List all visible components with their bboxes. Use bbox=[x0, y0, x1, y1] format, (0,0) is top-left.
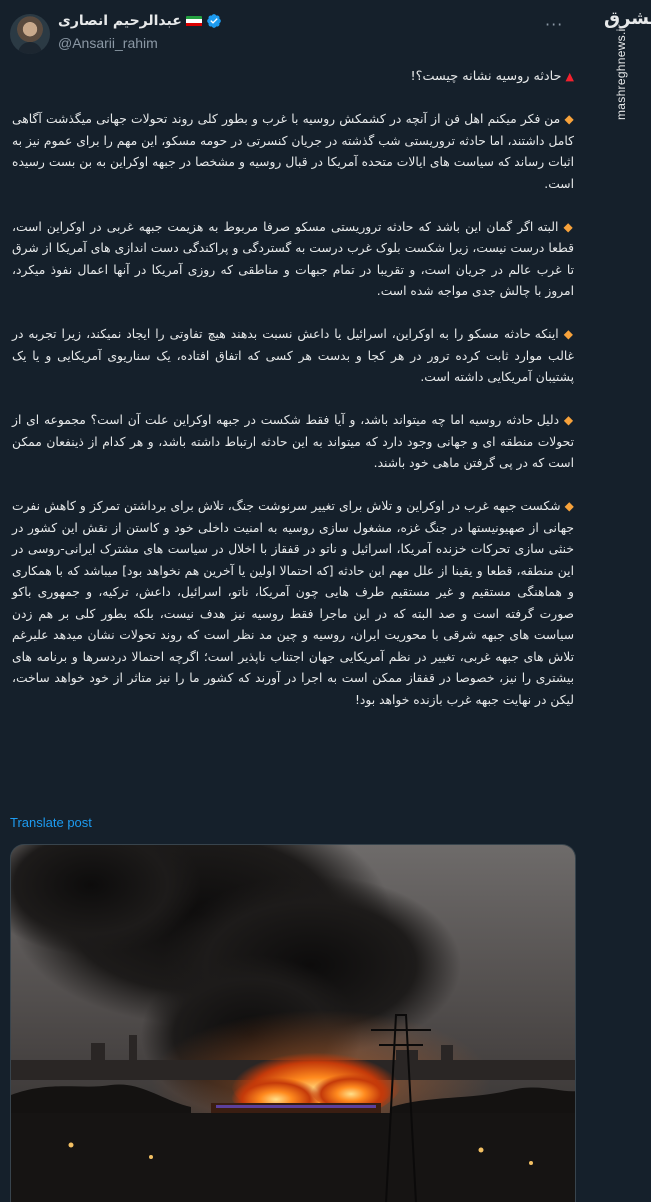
watermark-site: mashreghnews.ir bbox=[614, 24, 628, 120]
paragraph: ◆ دلیل حادثه روسیه اما چه میتواند باشد، … bbox=[12, 410, 574, 475]
paragraph: ◆ من فکر میکنم اهل فن از آنچه در کشمکش ر… bbox=[12, 109, 574, 195]
paragraph-text: دلیل حادثه روسیه اما چه میتواند باشد، و … bbox=[12, 413, 574, 470]
tweet-title-text: حادثه روسیه نشانه چیست؟! bbox=[410, 69, 562, 84]
paragraph-text: من فکر میکنم اهل فن از آنچه در کشمکش روس… bbox=[12, 112, 574, 191]
author-name-row[interactable]: عبدالرحیم انصاری bbox=[58, 13, 222, 29]
verified-badge-icon bbox=[206, 14, 221, 28]
tweet-title: ▲ حادثه روسیه نشانه چیست؟! bbox=[12, 66, 574, 88]
author-handle[interactable]: @Ansarii_rahim bbox=[58, 35, 158, 51]
red-triangle-icon: ▲ bbox=[565, 70, 574, 83]
fire-scene-image bbox=[11, 845, 575, 1202]
avatar[interactable] bbox=[10, 14, 50, 54]
orange-diamond-icon: ◆ bbox=[563, 219, 574, 234]
orange-diamond-icon: ◆ bbox=[563, 413, 574, 427]
watermark: مشرق mashreghnews.ir bbox=[598, 0, 651, 140]
orange-diamond-icon: ◆ bbox=[564, 112, 574, 126]
tweet-card: عبدالرحیم انصاری @Ansarii_rahim ··· مشرق… bbox=[0, 0, 651, 1202]
translate-post-link[interactable]: Translate post bbox=[10, 815, 92, 830]
tweet-photo[interactable] bbox=[10, 844, 576, 1202]
orange-diamond-icon: ◆ bbox=[563, 327, 574, 341]
paragraph: ◆ شکست جبهه غرب در اوکراین و تلاش برای ت… bbox=[12, 496, 574, 711]
paragraph-text: البته اگر گمان این باشد که حادثه تروریست… bbox=[12, 219, 574, 299]
author-display-name[interactable]: عبدالرحیم انصاری bbox=[58, 13, 182, 29]
more-options-icon[interactable]: ··· bbox=[545, 17, 571, 33]
paragraph: ◆ اینکه حادثه مسکو را به اوکراین، اسرائی… bbox=[12, 324, 574, 389]
paragraph-text: شکست جبهه غرب در اوکراین و تلاش برای تغی… bbox=[12, 499, 574, 707]
orange-diamond-icon: ◆ bbox=[564, 499, 575, 513]
tweet-text: ▲ حادثه روسیه نشانه چیست؟! ◆ من فکر میکن… bbox=[12, 66, 574, 733]
paragraph: ◆ البته اگر گمان این باشد که حادثه تروری… bbox=[12, 217, 574, 303]
paragraph-text: اینکه حادثه مسکو را به اوکراین، اسرائیل … bbox=[12, 327, 574, 384]
iran-flag-icon bbox=[185, 15, 202, 27]
